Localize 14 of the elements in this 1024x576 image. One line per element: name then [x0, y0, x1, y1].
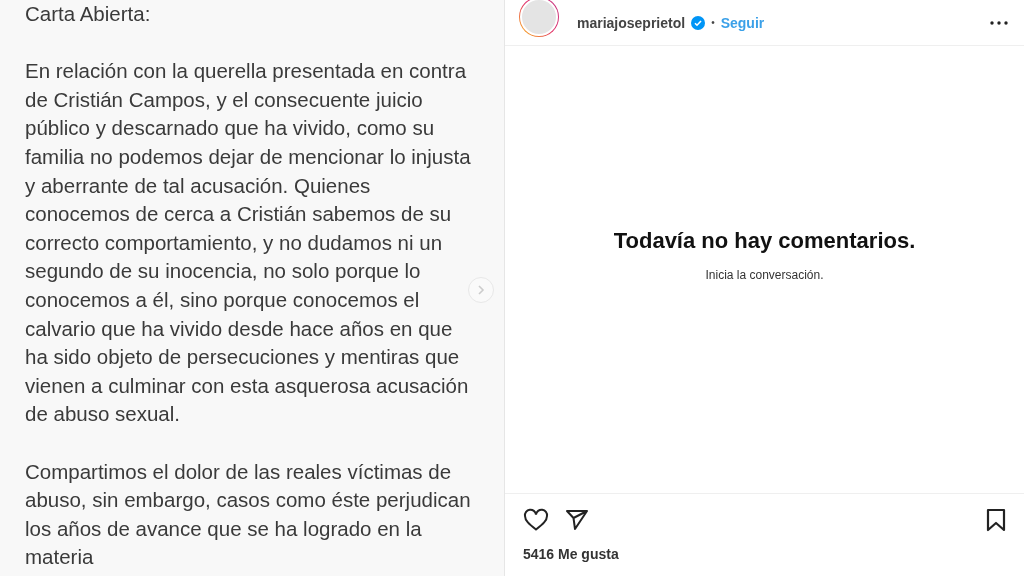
bookmark-icon[interactable] [986, 508, 1006, 532]
avatar[interactable] [519, 0, 559, 37]
username-link[interactable]: mariajoseprietol [577, 14, 686, 31]
share-icon[interactable] [565, 509, 589, 531]
separator-dot: • [711, 17, 715, 28]
letter-paragraph: En relación con la querella presentada en contra de Cristián Campos, y el consecuente juicio público y descarnado que ha vivido, como su familia no podemos dejar de mencionar lo injusta y aberrante de tal acusación. Quienes conocemos de cerca a Cristián sabemos de su correcto comportamiento, y no dudamos ni un segundo de su inocencia, no solo porque lo conocemos a él, sino porque conocemos el calvario que ha vivido desde hace años en que ha sido objeto de persecuciones y mentiras que vienen a culminar con esta asquerosa acusación de abuso sexual. [25, 58, 471, 428]
heart-icon[interactable] [523, 508, 549, 532]
letter-paragraph: Compartimos el dolor de las reales víctimas de abuso, sin embargo, casos como éste perjudican los años de avance que se ha logrado en la materia [25, 458, 471, 571]
empty-comments-subtitle: Inicia la conversación. [705, 267, 824, 282]
empty-comments-title: Todavía no hay comentarios. [613, 227, 916, 254]
more-icon[interactable] [990, 20, 1008, 25]
chevron-right-icon [476, 284, 486, 296]
likes-count[interactable]: 5416 Me gusta [523, 546, 1006, 562]
letter-title: Carta Abierta: [25, 1, 151, 27]
